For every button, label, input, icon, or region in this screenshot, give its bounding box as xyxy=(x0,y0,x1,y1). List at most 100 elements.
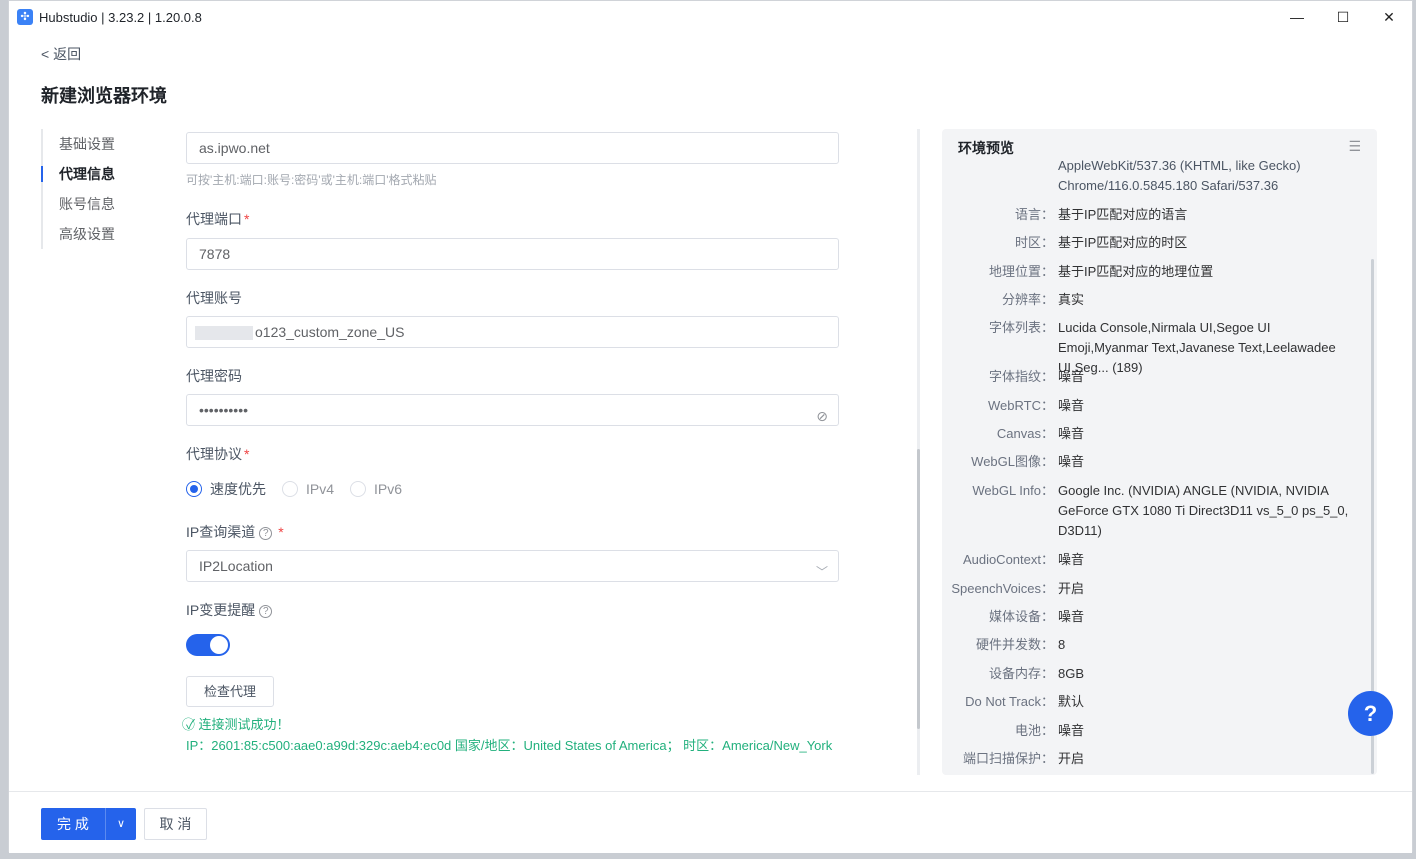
preview-row: 设备内存： 8GB xyxy=(942,664,1362,684)
hubstudio-logo-icon: ✣ xyxy=(17,9,33,25)
check-proxy-button[interactable]: 检查代理 xyxy=(186,676,274,707)
ip-change-label: IP变更提醒? xyxy=(186,600,273,620)
ip-change-label-text: IP变更提醒 xyxy=(186,602,256,618)
preview-value: 噪音 xyxy=(1058,369,1085,384)
question-circle-icon[interactable]: ? xyxy=(259,526,273,540)
preview-value: 8GB xyxy=(1058,666,1085,681)
eye-hidden-icon[interactable]: ⊘ xyxy=(816,401,828,431)
protocol-label: 代理协议 * xyxy=(186,444,249,464)
preview-row: SpeenchVoices： 开启 xyxy=(942,579,1362,599)
preview-title: 环境预览 xyxy=(958,140,1014,156)
question-circle-icon[interactable]: ? xyxy=(259,604,273,618)
preview-row: WebGL图像： 噪音 xyxy=(942,452,1362,472)
radio-speed-first[interactable]: 速度优先 xyxy=(186,479,266,499)
proxy-host-input[interactable]: as.ipwo.net xyxy=(186,132,839,164)
preview-key: WebRTC： xyxy=(988,398,1054,413)
preview-row: WebRTC： 噪音 xyxy=(942,396,1362,416)
preview-value: 默认 xyxy=(1058,694,1085,709)
preview-value: Google Inc. (NVIDIA) ANGLE (NVIDIA, NVID… xyxy=(1058,483,1349,538)
preview-key: 设备内存： xyxy=(988,666,1054,681)
proxy-port-input[interactable]: 7878 xyxy=(186,238,839,270)
ip-channel-select[interactable]: IP2Location ﹀ xyxy=(186,550,839,582)
preview-key: 端口扫描保护： xyxy=(962,751,1054,766)
preview-key: 时区： xyxy=(1014,235,1054,250)
radio-checked-icon xyxy=(186,481,202,497)
toggle-knob xyxy=(210,636,228,654)
host-format-hint: 可按'主机:端口:账号:密码'或'主机:端口'格式粘贴 xyxy=(186,173,437,187)
preview-value: 开启 xyxy=(1058,581,1085,596)
radio-ipv4[interactable]: IPv4 xyxy=(282,481,334,497)
close-button[interactable]: ✕ xyxy=(1366,1,1412,33)
done-button[interactable]: 完 成 ∨ xyxy=(41,808,136,840)
collapse-menu-icon[interactable]: ☰ xyxy=(1348,138,1361,155)
preview-value: 噪音 xyxy=(1058,454,1085,469)
nav-item-proxy[interactable]: 代理信息 xyxy=(41,159,161,189)
preview-row: 媒体设备： 噪音 xyxy=(942,607,1362,627)
proxy-password-input[interactable]: •••••••••• ⊘ xyxy=(186,394,839,426)
preview-key: 地理位置： xyxy=(988,264,1054,279)
preview-value: 基于IP匹配对应的语言 xyxy=(1058,207,1188,222)
ua-line: Chrome/116.0.5845.180 Safari/537.36 xyxy=(1058,178,1279,193)
radio-label: 速度优先 xyxy=(210,481,266,497)
preview-row: 语言： 基于IP匹配对应的语言 xyxy=(942,205,1362,225)
form-scrollbar[interactable] xyxy=(917,129,920,775)
help-fab-button[interactable]: ? xyxy=(1348,691,1393,736)
preview-key: 电池： xyxy=(1014,723,1054,738)
ip-channel-label-text: IP查询渠道 xyxy=(186,524,256,540)
nav-item-basic[interactable]: 基础设置 xyxy=(43,129,161,159)
password-value: •••••••••• xyxy=(199,402,249,418)
protocol-radio-group: 速度优先 IPv4 IPv6 xyxy=(186,479,418,499)
account-value: o123_custom_zone_US xyxy=(255,324,405,340)
done-label[interactable]: 完 成 xyxy=(41,808,105,840)
page-title: 新建浏览器环境 xyxy=(41,86,167,106)
minimize-button[interactable]: — xyxy=(1274,1,1320,33)
preview-row: 电池： 噪音 xyxy=(942,721,1362,741)
preview-key: Do Not Track： xyxy=(965,694,1054,709)
preview-row: 分辨率： 真实 xyxy=(942,290,1362,310)
preview-key: 字体指纹： xyxy=(988,369,1054,384)
back-link[interactable]: < 返回 xyxy=(41,44,81,64)
preview-row: 字体列表： Lucida Console,Nirmala UI,Segoe UI … xyxy=(942,318,1362,375)
preview-value: 真实 xyxy=(1058,292,1085,307)
nav-item-account[interactable]: 账号信息 xyxy=(43,189,161,219)
ip-change-toggle[interactable] xyxy=(186,634,230,656)
preview-value: 基于IP匹配对应的地理位置 xyxy=(1058,264,1214,279)
preview-key: Canvas： xyxy=(996,426,1054,441)
app-window: ✣ Hubstudio | 3.23.2 | 1.20.0.8 — ☐ ✕ < … xyxy=(8,0,1413,853)
nav-item-advanced[interactable]: 高级设置 xyxy=(43,219,161,249)
ip-channel-label: IP查询渠道? * xyxy=(186,522,284,542)
proxy-account-input[interactable]: o123_custom_zone_US xyxy=(186,316,839,348)
preview-value: Lucida Console,Nirmala UI,Segoe UI Emoji… xyxy=(1058,320,1336,375)
preview-value: 基于IP匹配对应的时区 xyxy=(1058,235,1188,250)
scrollbar-thumb[interactable] xyxy=(917,449,920,729)
preview-key: 语言： xyxy=(1014,207,1054,222)
preview-row: 端口扫描保护： 开启 xyxy=(942,749,1362,769)
ip-channel-value: IP2Location xyxy=(199,558,273,574)
preview-row: 硬件并发数： 8 xyxy=(942,635,1362,655)
radio-unchecked-icon xyxy=(282,481,298,497)
chevron-down-icon[interactable]: ∨ xyxy=(105,808,136,840)
preview-value: 噪音 xyxy=(1058,552,1085,567)
required-mark: * xyxy=(244,446,250,462)
preview-value: 噪音 xyxy=(1058,723,1085,738)
radio-ipv6[interactable]: IPv6 xyxy=(350,481,402,497)
maximize-button[interactable]: ☐ xyxy=(1320,1,1366,33)
port-label-text: 代理端口 xyxy=(186,211,242,227)
chevron-down-icon: ﹀ xyxy=(815,565,828,579)
radio-unchecked-icon xyxy=(350,481,367,497)
preview-key: WebGL图像： xyxy=(971,454,1054,469)
preview-key: WebGL Info： xyxy=(972,483,1054,498)
redacted-mask xyxy=(195,326,253,341)
preview-value: 噪音 xyxy=(1058,609,1085,624)
preview-row: Canvas： 噪音 xyxy=(942,424,1362,444)
footer-bar: 完 成 ∨ 取 消 xyxy=(9,791,1412,853)
preview-row: 地理位置： 基于IP匹配对应的地理位置 xyxy=(942,262,1362,282)
password-label: 代理密码 xyxy=(186,368,242,384)
preview-row: 字体指纹： 噪音 xyxy=(942,367,1362,387)
preview-key: 媒体设备： xyxy=(988,609,1054,624)
preview-key: AudioContext： xyxy=(962,552,1054,567)
radio-label: IPv6 xyxy=(374,481,403,497)
ip-result-text: IP：2601:85:c500:aae0:a99d:329c:aeb4:ec0d… xyxy=(186,738,833,753)
cancel-button[interactable]: 取 消 xyxy=(144,808,207,840)
protocol-label-text: 代理协议 xyxy=(186,446,242,462)
